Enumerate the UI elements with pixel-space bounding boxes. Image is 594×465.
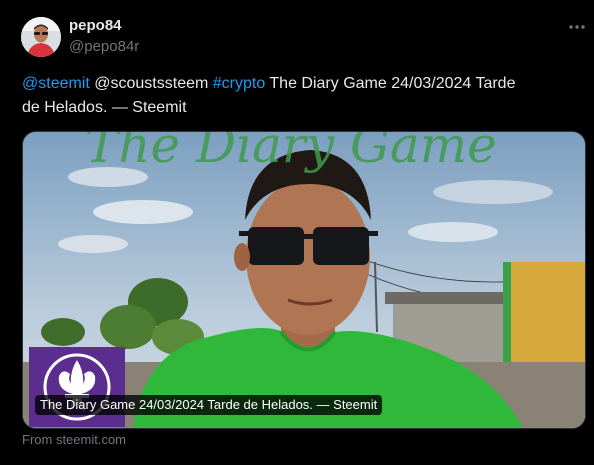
avatar-image bbox=[21, 17, 61, 57]
hashtag-crypto-link[interactable]: #crypto bbox=[213, 75, 265, 92]
more-horizontal-icon bbox=[569, 25, 585, 29]
more-button[interactable] bbox=[563, 16, 591, 38]
link-card[interactable]: The Diary Game The Diary Game 24/03/2024… bbox=[22, 131, 586, 429]
tweet-text-line-1: @steemit @scoustssteem #crypto The Diary… bbox=[22, 72, 582, 96]
author-handle[interactable]: @pepo84r bbox=[69, 38, 139, 55]
avatar[interactable] bbox=[21, 17, 61, 57]
tweet-text-line-2: de Helados. — Steemit bbox=[22, 99, 187, 116]
card-image: The Diary Game bbox=[23, 132, 585, 428]
card-overlay-title: The Diary Game bbox=[85, 132, 497, 174]
mention-steemit-link[interactable]: @steemit bbox=[22, 75, 90, 92]
tweet-text: @steemit @scoustssteem #crypto The Diary… bbox=[22, 72, 582, 120]
tweet-text-title: The Diary Game 24/03/2024 Tarde bbox=[269, 75, 516, 92]
card-source-link[interactable]: From steemit.com bbox=[22, 432, 126, 447]
mention-scoustssteem-text: @scoustssteem bbox=[94, 75, 209, 92]
card-caption: The Diary Game 24/03/2024 Tarde de Helad… bbox=[35, 395, 383, 415]
author-display-name[interactable]: pepo84 bbox=[69, 17, 122, 34]
